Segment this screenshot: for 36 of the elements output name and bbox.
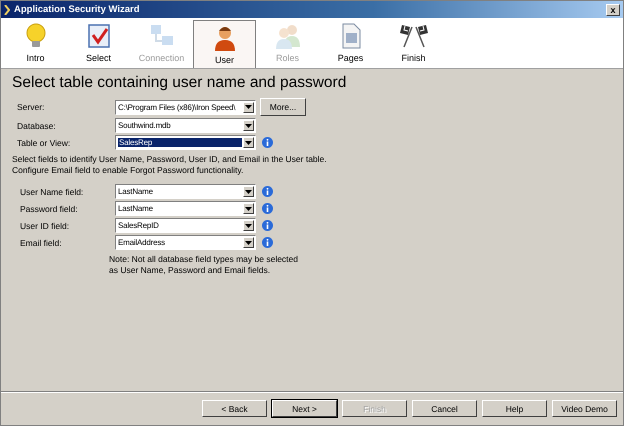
wizard-step[interactable]: Intro xyxy=(4,18,67,68)
wizard-button[interactable]: Next > xyxy=(272,400,337,417)
dropdown-field[interactable]: EmailAddress xyxy=(115,235,256,250)
wizard-button[interactable]: Video Demo xyxy=(552,400,617,417)
chevron-icon xyxy=(4,4,10,14)
field-label: Table or View: xyxy=(17,138,72,148)
document-icon xyxy=(340,23,362,49)
wizard-button[interactable]: < Back xyxy=(202,400,267,417)
wizard-step[interactable]: User xyxy=(193,20,256,68)
field-label: User ID field: xyxy=(20,220,70,230)
dropdown-field[interactable]: SalesRepID xyxy=(115,218,256,233)
wizard-step[interactable]: Pages xyxy=(319,18,382,68)
dropdown-field[interactable]: Southwind.mdb xyxy=(115,118,256,133)
users-icon xyxy=(274,23,302,49)
note-text: Note: Not all database field types may be selected as User Name, Password and Email fields. xyxy=(109,254,299,276)
dropdown-field[interactable]: LastName xyxy=(115,184,256,199)
wizard-step[interactable]: Select xyxy=(67,18,130,68)
light-bulb-icon xyxy=(24,23,46,49)
field-label: User Name field: xyxy=(20,186,84,196)
page-heading: Select table containing user name and password xyxy=(12,74,348,92)
dropdown-field[interactable]: SalesRep xyxy=(115,135,256,150)
field-label: Database: xyxy=(17,120,57,130)
dropdown-field[interactable]: LastName xyxy=(115,201,256,216)
field-label: Email field: xyxy=(20,238,63,248)
close-button[interactable]: x xyxy=(606,4,620,16)
dropdown-field[interactable]: C:\Program Files (x86)\Iron Speed\ xyxy=(115,100,256,114)
user-icon xyxy=(214,24,236,50)
wizard-button[interactable]: Cancel xyxy=(412,400,477,417)
field-label: Password field: xyxy=(20,204,79,214)
wizard-button[interactable]: Help xyxy=(482,400,547,417)
instructions-text: Select fields to identify User Name, Password, User ID, and Email in the User table. Configure Email field to enable Forgot Password functionality. xyxy=(12,154,328,176)
more-button[interactable]: More... xyxy=(260,98,306,116)
window-title: Application Security Wizard xyxy=(14,4,141,15)
field-label: Server: xyxy=(17,102,46,112)
checkbox-icon xyxy=(86,23,110,49)
wizard-step[interactable]: Finish xyxy=(382,18,445,68)
